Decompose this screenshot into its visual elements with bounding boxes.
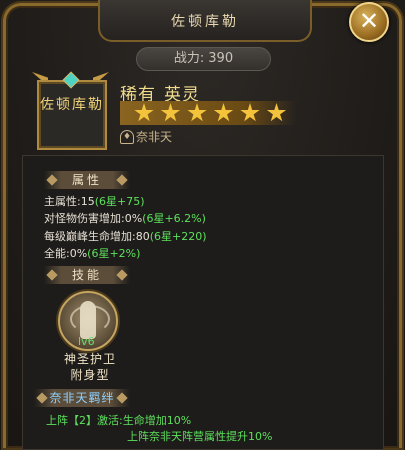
title-banner: 佐顿库勒 <box>98 0 312 42</box>
attribute-bonus: (6星+2%) <box>87 247 141 260</box>
attribute-line: 每级巅峰生命增加:80(6星+220) <box>44 228 207 244</box>
faction-icon: ♦ <box>120 130 134 144</box>
bond-header: 奈非天羁绊 <box>34 389 130 407</box>
attribute-text: 主属性:15 <box>44 195 95 208</box>
skills-header: 技能 <box>44 266 130 284</box>
dialog-title: 佐顿库勒 <box>171 14 239 30</box>
power-plate: 战力: 390 <box>136 47 271 71</box>
attribute-line: 对怪物伤害增加:0%(6星+6.2%) <box>44 210 206 226</box>
attribute-bonus: (6星+220) <box>149 230 207 243</box>
power-value: 390 <box>208 51 234 66</box>
attribute-text: 对怪物伤害增加:0% <box>44 212 143 225</box>
skill-name: 神圣护卫 <box>63 352 116 366</box>
attribute-text: 每级巅峰生命增加:80 <box>44 230 150 243</box>
attribute-line: 主属性:15(6星+75) <box>44 193 145 209</box>
star-icon <box>134 103 154 122</box>
bond-effect-line: 上阵【2】激活:生命增加10% <box>46 414 192 427</box>
star-icon <box>187 103 207 122</box>
power-label: 战力: <box>173 51 205 66</box>
attribute-bonus: (6星+6.2%) <box>142 212 206 225</box>
star-icon <box>160 103 181 122</box>
attributes-header: 属性 <box>44 171 130 189</box>
portrait-name: 佐顿库勒 <box>40 97 104 113</box>
attribute-bonus: (6星+75) <box>94 195 145 208</box>
star-icon <box>213 103 234 122</box>
faction-name: 奈非天 <box>136 130 173 144</box>
hero-portrait: 佐顿库勒 <box>37 80 107 150</box>
skill-type: 附身型 <box>70 368 110 382</box>
star-icon <box>240 103 260 122</box>
close-icon: ✕ <box>358 7 380 35</box>
close-button[interactable]: ✕ <box>349 2 389 42</box>
skill-level: lv6 <box>78 335 95 348</box>
attribute-text: 全能:0% <box>44 247 88 260</box>
bond-effect-line: 上阵奈非天阵营属性提升10% <box>127 430 273 443</box>
attribute-line: 全能:0%(6星+2%) <box>44 245 140 261</box>
guardian-figure-icon <box>70 301 110 339</box>
star-rating <box>120 101 296 125</box>
star-icon <box>266 103 287 122</box>
